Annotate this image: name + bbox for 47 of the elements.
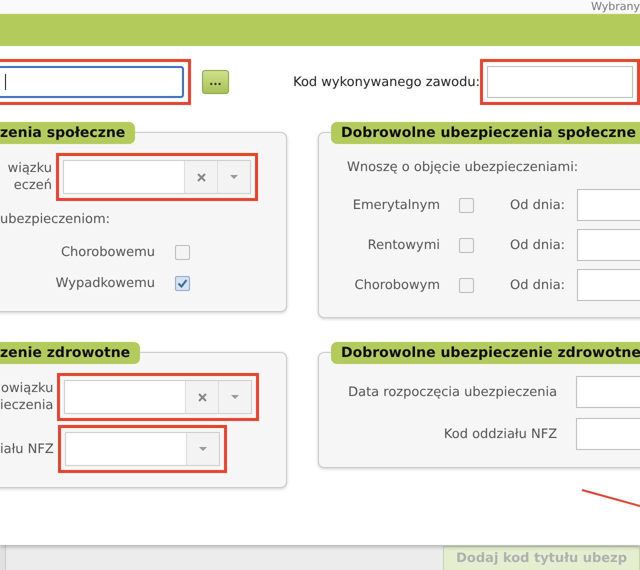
checkbox-label: Rentowymi: [366, 236, 440, 254]
checkbox[interactable]: [175, 276, 190, 291]
section-title: Dobrowolne ubezpieczenie zdrowotne: [331, 342, 640, 364]
clear-button[interactable]: [185, 381, 218, 413]
section-title: Dobrowolne ubezpieczenia społeczne: [331, 122, 640, 144]
checkbox[interactable]: [458, 278, 474, 292]
field-label: Data rozpoczęcia ubezpieczenia: [347, 384, 558, 400]
combo-box[interactable]: [64, 380, 252, 414]
field-label: Kod wykonywanego zawodu:: [293, 74, 480, 90]
field-label: Od dnia:: [510, 276, 566, 294]
field-label: owiązku ieczenia: [0, 380, 54, 414]
field-label: Od dnia:: [510, 236, 566, 254]
clear-icon: [196, 172, 206, 182]
section-note: ubezpieczeniom:: [0, 211, 111, 229]
input-field[interactable]: [0, 66, 184, 98]
checkbox-label: Emerytalnym: [352, 196, 440, 214]
checkbox-label: Chorobowym: [354, 276, 440, 294]
date-field[interactable]: [577, 229, 640, 261]
date-field[interactable]: [577, 189, 640, 221]
dropdown-button[interactable]: [218, 381, 252, 413]
date-field[interactable]: [577, 269, 640, 301]
combo-box[interactable]: [64, 432, 220, 466]
input-field[interactable]: [576, 418, 640, 450]
clear-button[interactable]: [184, 161, 217, 193]
checkbox-label: Wypadkowemu: [54, 275, 155, 292]
field-label: Kod oddziału NFZ: [442, 426, 558, 442]
section-title: zenie zdrowotne: [0, 342, 140, 364]
caret-icon: [198, 447, 207, 451]
section-title: zenia społeczne: [0, 122, 136, 144]
background-text: Wybrany: [591, 0, 640, 14]
browse-button[interactable]: ...: [202, 70, 230, 94]
checkbox[interactable]: [458, 238, 474, 252]
caret-icon: [230, 175, 238, 179]
checkbox[interactable]: [175, 245, 190, 260]
dropdown-button[interactable]: [186, 433, 219, 465]
clear-icon: [198, 392, 207, 402]
section-note: Wnoszę o objęcie ubezpieczeniami:: [347, 159, 580, 177]
checkbox[interactable]: [458, 198, 474, 212]
input-field[interactable]: [576, 376, 640, 408]
field-label: Od dnia:: [510, 196, 566, 214]
checkbox-label: Chorobowemu: [60, 244, 155, 261]
caret-icon: [231, 395, 240, 399]
combo-box[interactable]: [63, 160, 251, 194]
input-field[interactable]: [487, 66, 633, 98]
leader-line: [582, 489, 640, 507]
field-label: wiązku eczeń: [6, 160, 52, 194]
field-label: iału NFZ: [0, 440, 54, 458]
